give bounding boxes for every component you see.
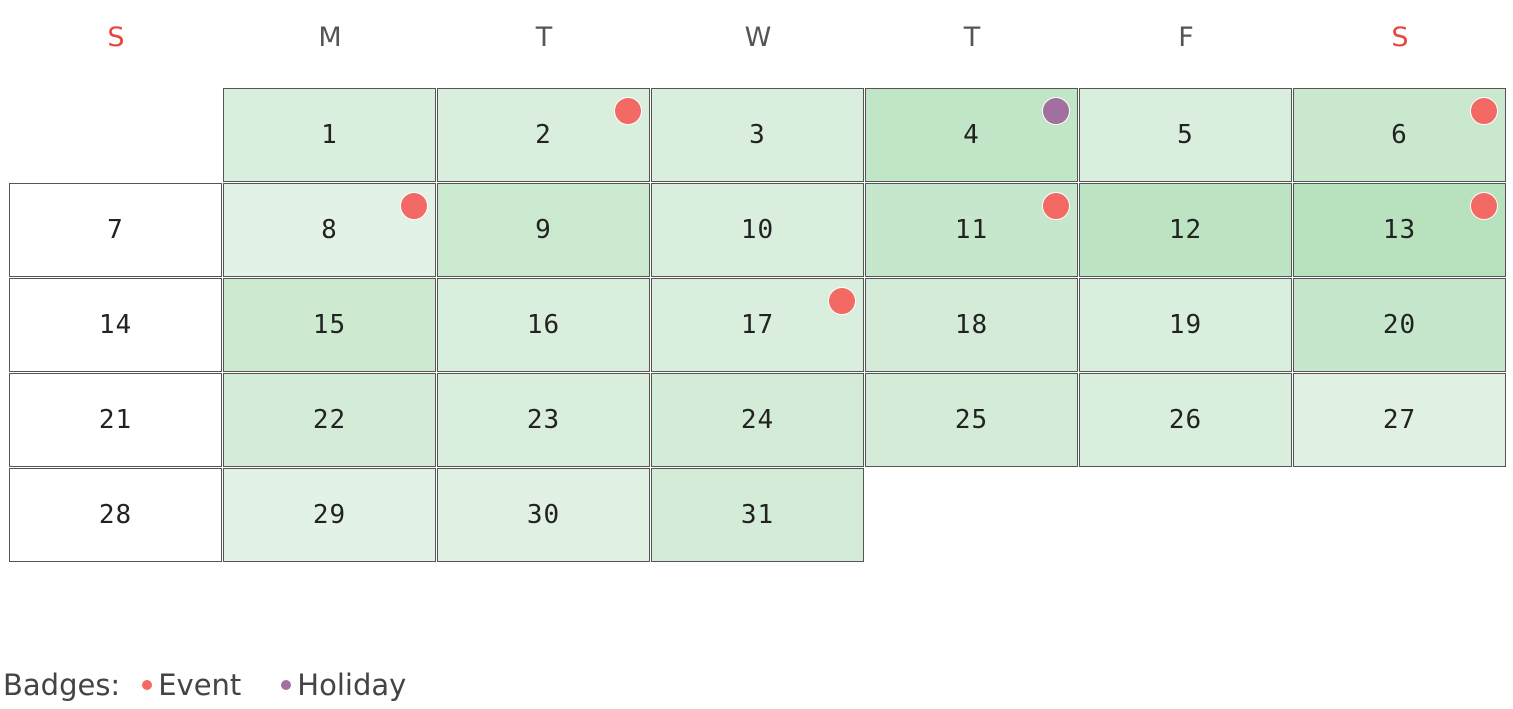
day-number: 9 [535,215,552,245]
event-dot-icon [142,680,153,690]
day-cell-5[interactable]: 5 [1079,88,1292,182]
legend-title: Badges: [3,668,121,702]
day-cell-14[interactable]: 14 [9,278,222,372]
day-cell-30[interactable]: 30 [437,468,650,562]
day-grid: 1 2 3 4 5 6 7 8 9 10 11 12 13 14 15 16 17 18 19 20 21 22 23 24 2… [9,88,1506,562]
day-number: 29 [312,500,347,530]
day-number: 6 [1391,120,1408,150]
day-number: 22 [312,405,347,435]
day-cell-1[interactable]: 1 [223,88,436,182]
day-cell-25[interactable]: 25 [865,373,1078,467]
legend-label-event: Event [158,668,242,702]
day-cell-17[interactable]: 17 [651,278,864,372]
day-cell-7[interactable]: 7 [9,183,222,277]
day-cell-9[interactable]: 9 [437,183,650,277]
day-number: 26 [1168,405,1203,435]
day-cell-27[interactable]: 27 [1293,373,1506,467]
day-cell-23[interactable]: 23 [437,373,650,467]
day-number: 12 [1168,215,1203,245]
weekday-header-0: S [107,22,125,53]
day-number: 30 [526,500,561,530]
day-number: 4 [963,120,980,150]
day-cell-15[interactable]: 15 [223,278,436,372]
day-number: 18 [954,310,989,340]
holiday-badge-icon [1042,97,1070,125]
day-cell-8[interactable]: 8 [223,183,436,277]
event-badge-icon [1470,97,1498,125]
day-number: 7 [107,215,124,245]
day-cell-18[interactable]: 18 [865,278,1078,372]
day-number: 15 [312,310,347,340]
day-cell-2[interactable]: 2 [437,88,650,182]
day-cell-29[interactable]: 29 [223,468,436,562]
day-number: 20 [1382,310,1417,340]
event-badge-icon [400,192,428,220]
day-cell-10[interactable]: 10 [651,183,864,277]
event-badge-icon [828,287,856,315]
event-badge-icon [614,97,642,125]
day-number: 25 [954,405,989,435]
weekday-header-4: T [963,22,981,53]
day-number: 10 [740,215,775,245]
weekday-header-1: M [318,22,342,53]
day-cell-26[interactable]: 26 [1079,373,1292,467]
day-number: 31 [740,500,775,530]
weekday-header-2: T [535,22,553,53]
holiday-dot-icon [281,680,292,690]
day-number: 23 [526,405,561,435]
day-number: 17 [740,310,775,340]
day-number: 11 [954,215,989,245]
day-number: 8 [321,215,338,245]
day-number: 24 [740,405,775,435]
day-cell-13[interactable]: 13 [1293,183,1506,277]
weekday-header-5: F [1178,22,1194,53]
day-number: 14 [98,310,133,340]
weekday-header-6: S [1391,22,1409,53]
day-cell-19[interactable]: 19 [1079,278,1292,372]
day-cell-31[interactable]: 31 [651,468,864,562]
day-number: 5 [1177,120,1194,150]
day-cell-4[interactable]: 4 [865,88,1078,182]
day-cell-3[interactable]: 3 [651,88,864,182]
legend-label-holiday: Holiday [297,668,407,702]
day-number: 21 [98,405,133,435]
event-badge-icon [1470,192,1498,220]
day-cell-22[interactable]: 22 [223,373,436,467]
day-cell-12[interactable]: 12 [1079,183,1292,277]
day-cell-20[interactable]: 20 [1293,278,1506,372]
day-cell-16[interactable]: 16 [437,278,650,372]
weekday-header-row: SMTWTFS [9,0,1505,88]
day-cell-28[interactable]: 28 [9,468,222,562]
event-badge-icon [1042,192,1070,220]
legend-item-holiday: Holiday [281,668,406,702]
day-cell-24[interactable]: 24 [651,373,864,467]
day-cell-21[interactable]: 21 [9,373,222,467]
day-number: 13 [1382,215,1417,245]
legend-item-event: Event [142,668,241,702]
day-number: 27 [1382,405,1417,435]
day-number: 3 [749,120,766,150]
day-number: 2 [535,120,552,150]
weekday-header-3: W [744,22,772,53]
day-number: 28 [98,500,133,530]
day-cell-6[interactable]: 6 [1293,88,1506,182]
day-number: 16 [526,310,561,340]
day-cell-11[interactable]: 11 [865,183,1078,277]
badge-legend: Badges: Event Holiday [3,668,406,702]
day-number: 19 [1168,310,1203,340]
day-number: 1 [321,120,338,150]
month-calendar: SMTWTFS 1 2 3 4 5 6 7 8 9 10 11 12 13 14 15 16 17 18 19 20 2… [9,0,1506,562]
